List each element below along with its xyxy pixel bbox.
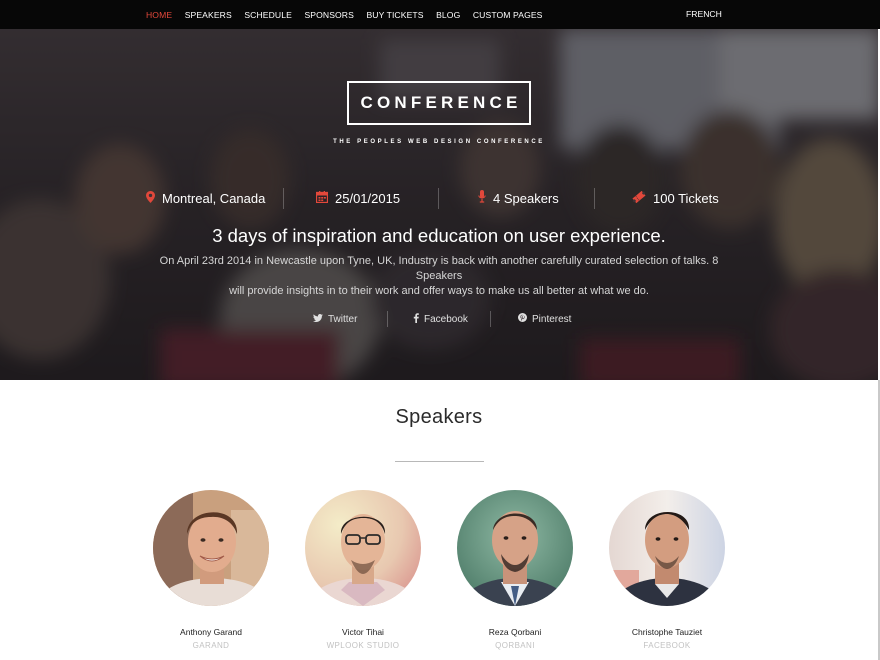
speaker-name[interactable]: Reza Qorbani <box>440 627 590 637</box>
fact-tickets-text: 100 Tickets <box>653 190 719 206</box>
title-divider <box>395 461 484 462</box>
nav-item-buy-tickets[interactable]: BUY TICKETS <box>366 10 423 20</box>
speaker-card[interactable]: Reza Qorbani QORBANI <box>440 490 590 650</box>
top-nav: HOME SPEAKERS SCHEDULE SPONSORS BUY TICK… <box>0 0 880 29</box>
facebook-label: Facebook <box>424 313 468 325</box>
speakers-section-title: Speakers <box>395 406 483 428</box>
pinterest-link[interactable]: Pinterest <box>518 312 571 326</box>
speaker-avatar[interactable] <box>305 490 421 606</box>
social-divider <box>387 311 388 327</box>
speaker-organization: QORBANI <box>495 641 535 650</box>
microphone-icon <box>478 190 486 206</box>
nav-item-speakers[interactable]: SPEAKERS <box>185 10 232 20</box>
facebook-icon <box>413 312 419 326</box>
site-logo[interactable]: CONFERENCE <box>347 81 531 125</box>
speaker-avatar[interactable] <box>457 490 573 606</box>
twitter-label: Twitter <box>328 313 358 325</box>
fact-date-text: 25/01/2015 <box>335 190 401 206</box>
speaker-card[interactable]: Victor Tihai WPLOOK STUDIO <box>288 490 438 650</box>
speaker-organization: FACEBOOK <box>643 641 691 650</box>
pinterest-icon <box>518 313 527 325</box>
logo-text: CONFERENCE <box>360 93 522 112</box>
speaker-organization: WPLOOK STUDIO <box>326 641 400 650</box>
hero-description: On April 23rd 2014 in Newcastle upon Tyn… <box>135 254 743 299</box>
facebook-link[interactable]: Facebook <box>413 312 468 326</box>
nav-item-custom-pages[interactable]: CUSTOM PAGES <box>473 10 543 20</box>
fact-divider <box>283 188 284 209</box>
nav-item-blog[interactable]: BLOG <box>436 10 460 20</box>
speaker-name[interactable]: Christophe Tauziet <box>592 627 742 637</box>
nav-item-home[interactable]: HOME <box>146 10 172 20</box>
speaker-card[interactable]: Christophe Tauziet FACEBOOK <box>592 490 742 650</box>
twitter-icon <box>313 313 323 325</box>
hero-banner: CONFERENCE THE PEOPLES WEB DESIGN CONFER… <box>0 29 878 380</box>
speaker-organization: GARAND <box>192 641 230 650</box>
map-pin-icon <box>146 190 155 206</box>
fact-divider <box>438 188 439 209</box>
fact-speakers-text: 4 Speakers <box>493 190 559 206</box>
speaker-avatar[interactable] <box>609 490 725 606</box>
fact-location-text: Montreal, Canada <box>162 190 266 206</box>
fact-speakers: 4 Speakers <box>478 186 578 210</box>
nav-item-schedule[interactable]: SCHEDULE <box>244 10 292 20</box>
fact-date: 25/01/2015 <box>315 186 426 210</box>
pinterest-label: Pinterest <box>532 313 572 325</box>
fact-location: Montreal, Canada <box>146 186 266 210</box>
ticket-icon <box>632 190 646 206</box>
speaker-name[interactable]: Victor Tihai <box>288 627 438 637</box>
nav-item-sponsors[interactable]: SPONSORS <box>304 10 354 20</box>
site-tagline: THE PEOPLES WEB DESIGN CONFERENCE <box>333 139 545 145</box>
twitter-link[interactable]: Twitter <box>313 312 357 326</box>
nav-menu: HOME SPEAKERS SCHEDULE SPONSORS BUY TICK… <box>146 0 555 29</box>
fact-divider <box>594 188 595 209</box>
language-switch[interactable]: FRENCH <box>686 0 722 29</box>
hero-description-line: will provide insights in to their work a… <box>229 285 649 297</box>
speaker-card[interactable]: Anthony Garand GARAND <box>136 490 286 650</box>
hero-description-line: On April 23rd 2014 in Newcastle upon Tyn… <box>159 255 719 282</box>
fact-tickets: 100 Tickets <box>632 186 742 210</box>
calendar-icon <box>315 190 329 206</box>
hero-headline: 3 days of inspiration and education on u… <box>212 225 666 246</box>
speaker-avatar[interactable] <box>153 490 269 606</box>
social-divider <box>490 311 491 327</box>
speaker-name[interactable]: Anthony Garand <box>136 627 286 637</box>
